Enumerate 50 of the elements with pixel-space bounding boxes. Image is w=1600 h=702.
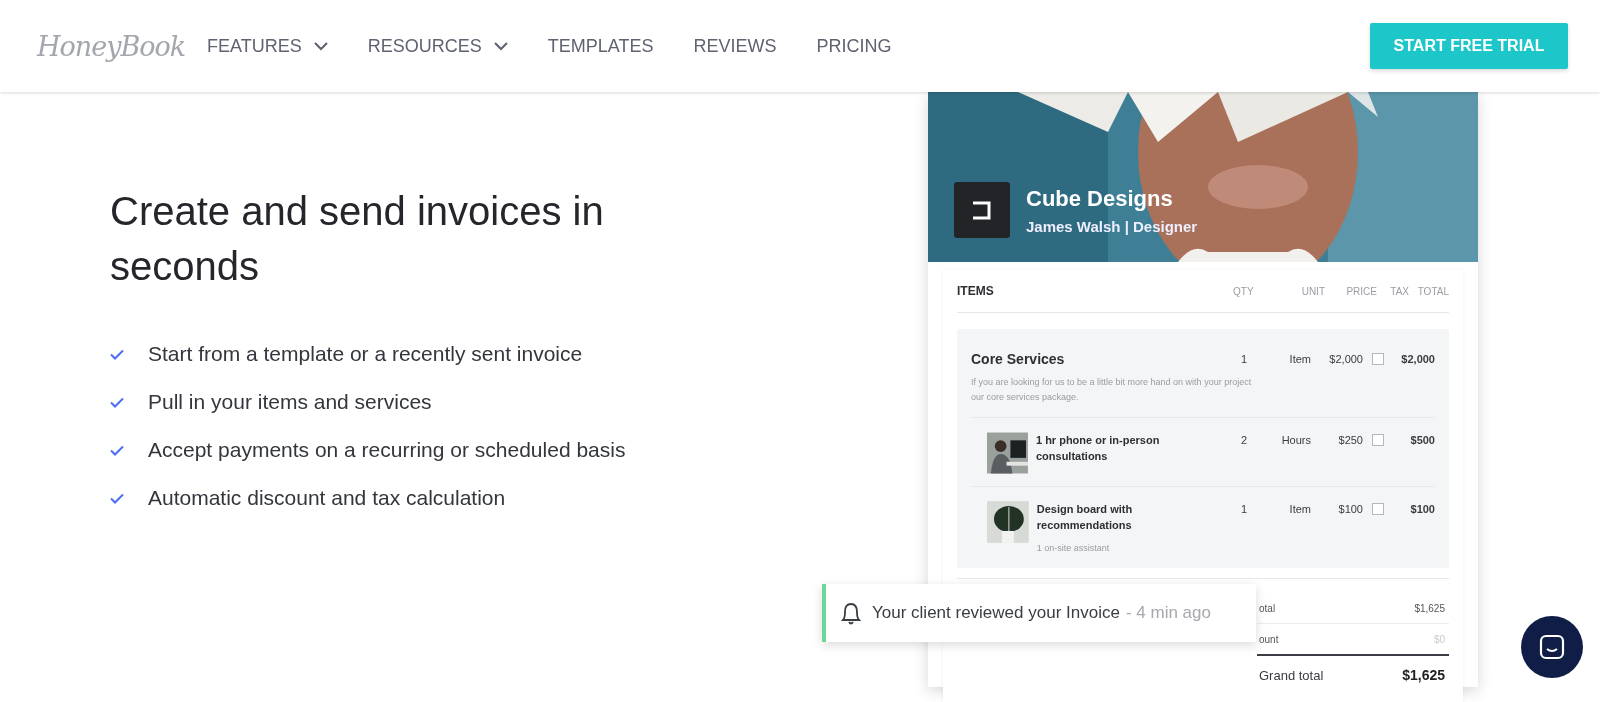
column-header: TOTAL bbox=[1416, 285, 1449, 297]
column-header: UNIT bbox=[1300, 285, 1325, 297]
total-label: ount bbox=[1259, 633, 1279, 645]
total-value: $1,625 bbox=[1402, 667, 1445, 683]
feature-text: Start from a template or a recently sent invoice bbox=[148, 342, 583, 366]
feature-text: Accept payments on a recurring or scheduled basis bbox=[148, 438, 626, 462]
item-description: 1 on-site assistant bbox=[1036, 542, 1111, 555]
feature-text: Pull in your items and services bbox=[148, 390, 432, 414]
nav-link[interactable]: REVIEWS bbox=[693, 35, 777, 57]
price: $250 bbox=[1337, 433, 1363, 448]
column-header: QTY bbox=[1233, 285, 1255, 297]
tax-checkbox[interactable] bbox=[1372, 353, 1384, 365]
item-description: If you are looking for us to be a little bit more hand on with your project our core services package. bbox=[971, 376, 1253, 404]
nav-link[interactable]: RESOURCES bbox=[367, 35, 508, 57]
section-title: ITEMS bbox=[957, 284, 994, 298]
checkmark-icon bbox=[110, 492, 124, 504]
nav-link[interactable]: TEMPLATES bbox=[547, 35, 654, 57]
chat-icon bbox=[1539, 634, 1565, 660]
headline: Create and send invoices in seconds bbox=[110, 188, 605, 290]
total-label: otal bbox=[1259, 602, 1276, 614]
brand-logo-icon bbox=[954, 182, 1010, 238]
nav-link[interactable]: FEATURES bbox=[207, 35, 328, 57]
checkmark-icon bbox=[110, 348, 124, 360]
unit: Item bbox=[1288, 502, 1311, 517]
quantity: 2 bbox=[1239, 433, 1249, 448]
total-label: Grand total bbox=[1259, 667, 1324, 683]
tax-checkbox[interactable] bbox=[1372, 503, 1384, 515]
unit: Item bbox=[1288, 352, 1311, 367]
quantity: 1 bbox=[1239, 352, 1249, 367]
line-total: $500 bbox=[1409, 433, 1435, 448]
nav-link[interactable]: PRICING bbox=[816, 35, 892, 57]
checkmark-icon bbox=[110, 396, 124, 408]
line-total: $100 bbox=[1409, 502, 1435, 517]
bell-icon bbox=[840, 600, 862, 626]
item-name: Core Services bbox=[971, 351, 1066, 367]
column-header: PRICE bbox=[1345, 285, 1377, 297]
total-value: $1,625 bbox=[1414, 602, 1445, 614]
tax-checkbox[interactable] bbox=[1372, 434, 1384, 446]
price: $2,000 bbox=[1328, 352, 1363, 367]
column-header: TAX bbox=[1389, 285, 1409, 297]
item-name: 1 hr phone or in-person consultations bbox=[1035, 433, 1161, 464]
checkmark-icon bbox=[110, 444, 124, 456]
notification-text: Your client reviewed your Invoice bbox=[872, 603, 1120, 623]
quantity: 1 bbox=[1239, 502, 1249, 517]
price: $100 bbox=[1337, 502, 1363, 517]
notification-time: - 4 min ago bbox=[1125, 603, 1211, 623]
line-total: $2,000 bbox=[1400, 352, 1435, 367]
feature-text: Automatic discount and tax calculation bbox=[148, 486, 506, 510]
item-name: Design board with recommendations bbox=[1036, 502, 1134, 533]
unit: Hours bbox=[1280, 433, 1311, 448]
